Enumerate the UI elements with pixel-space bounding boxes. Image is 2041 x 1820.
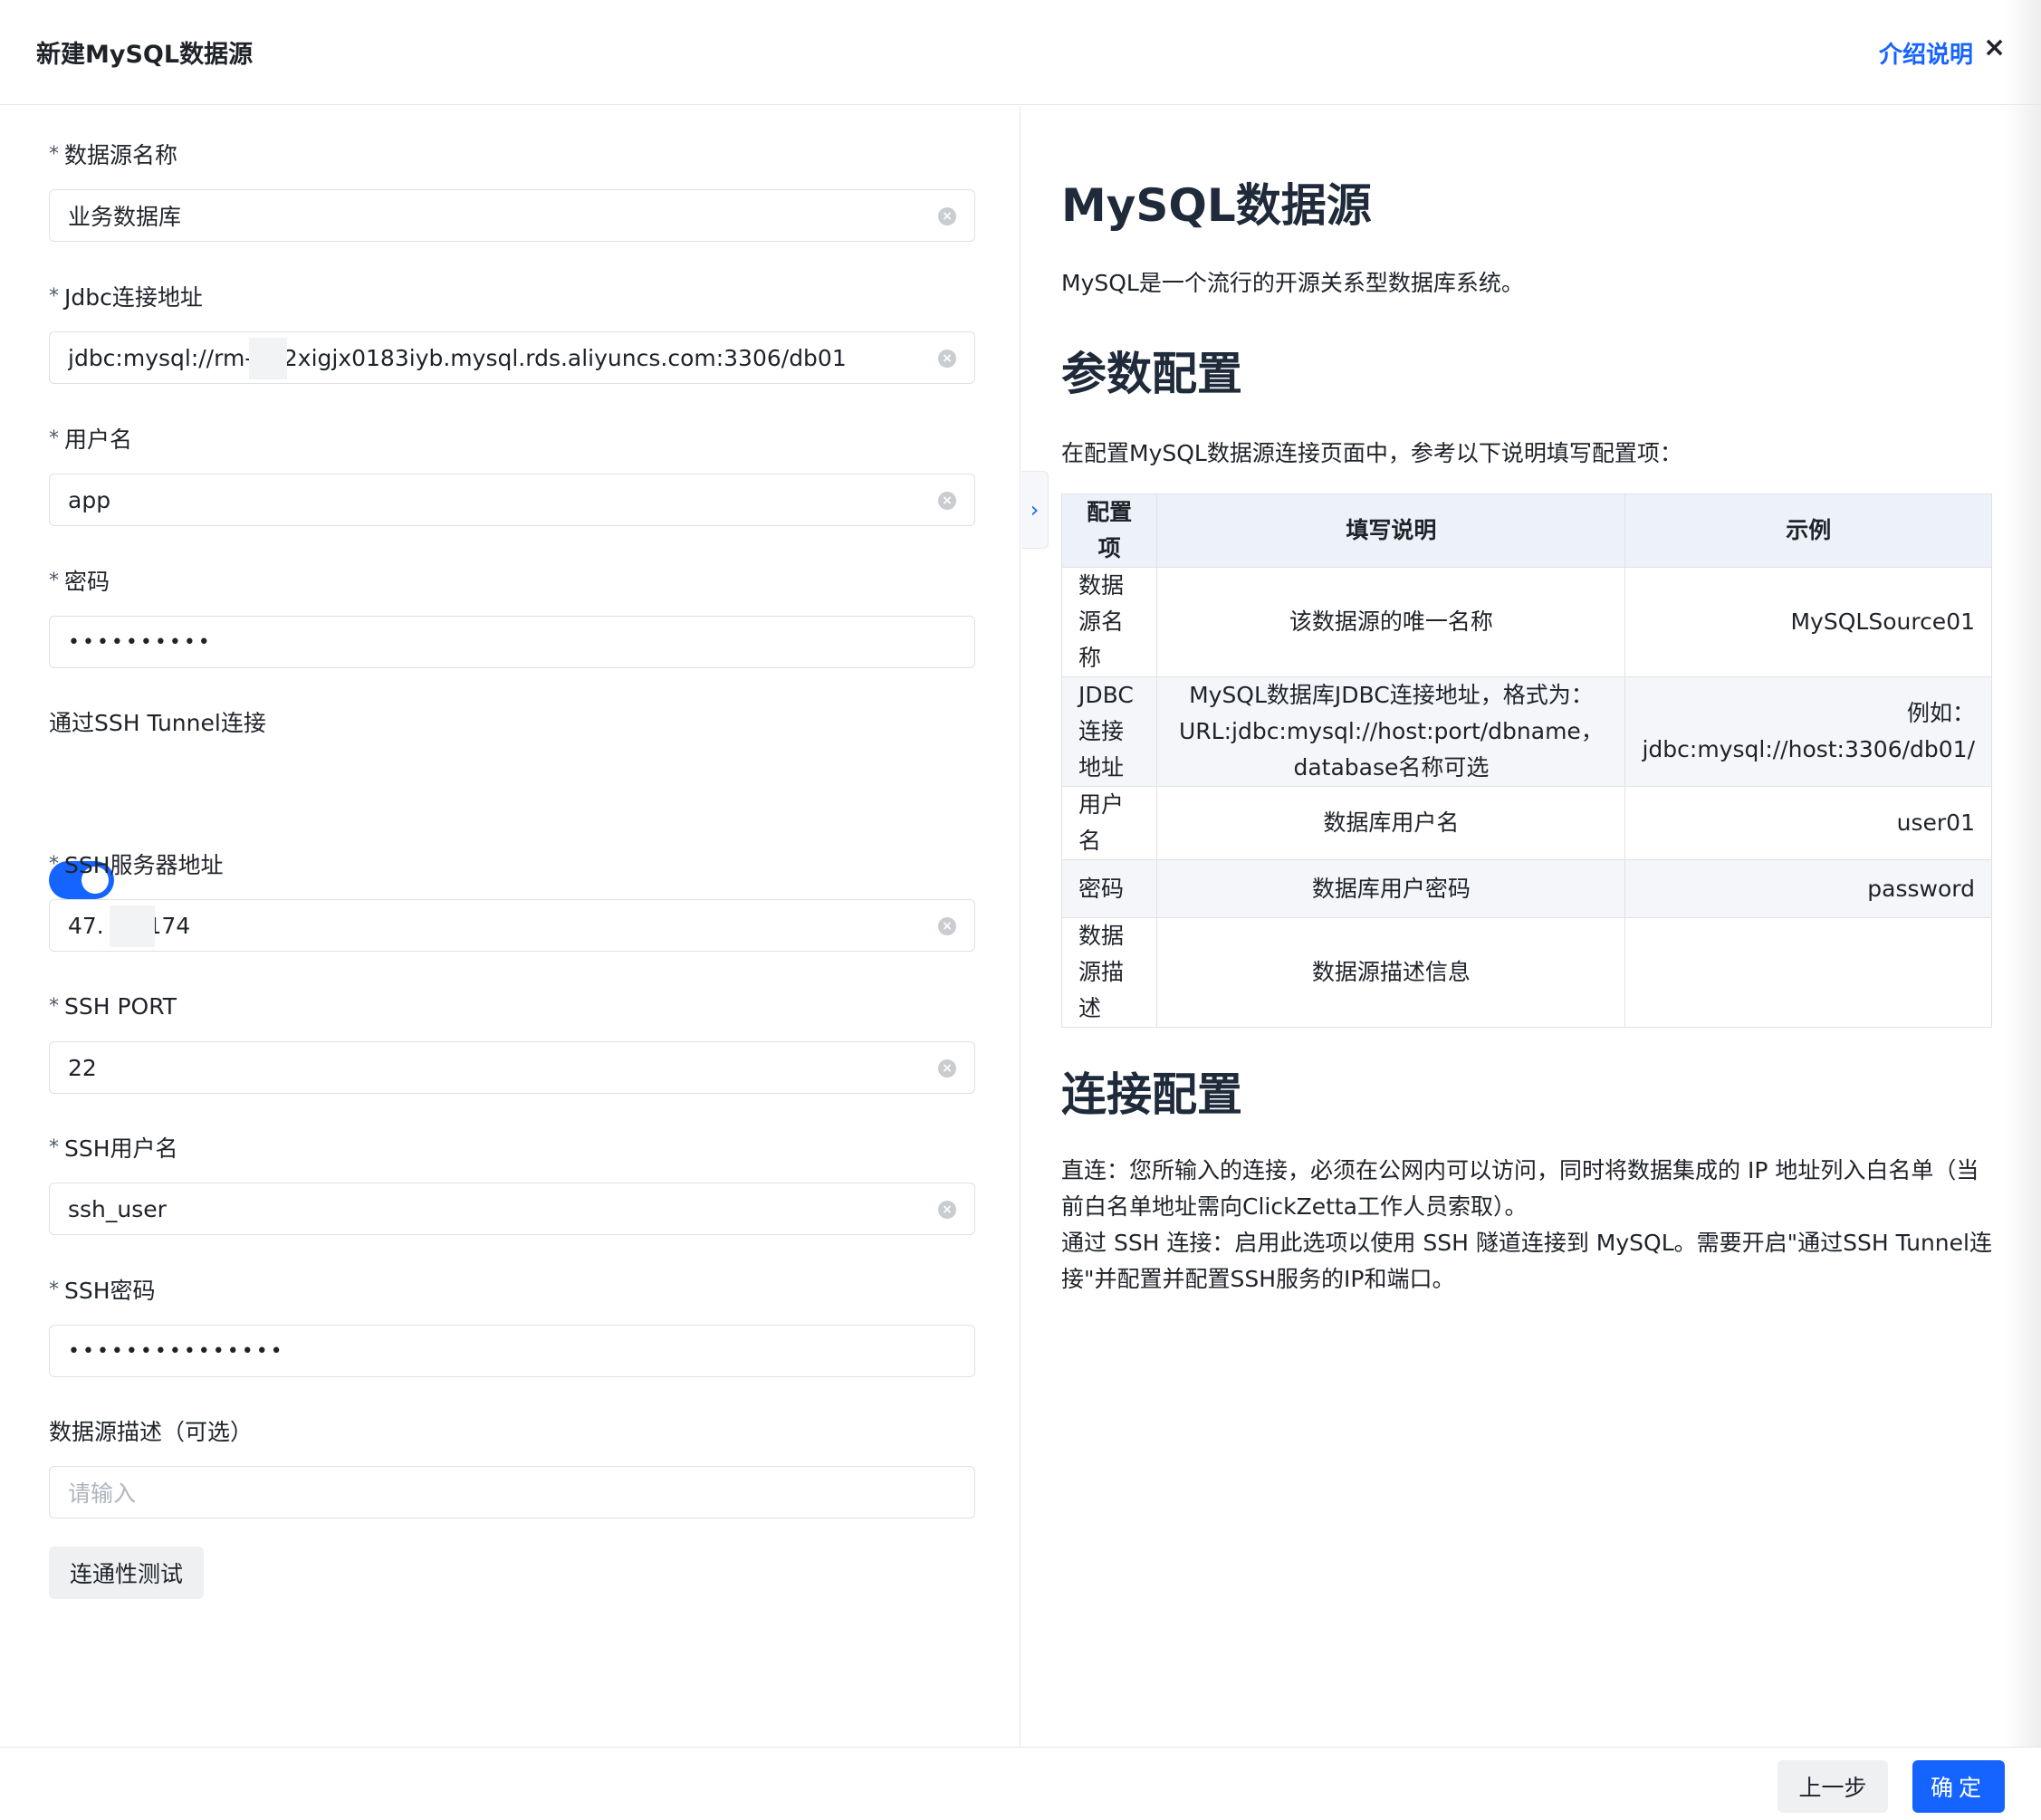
redaction-mask (249, 338, 287, 379)
table-row: 数据源描述 数据源描述信息 (1060, 917, 1992, 1028)
table-cell: 数据源名称 (1060, 567, 1158, 677)
datasource-name-input[interactable]: 业务数据库 × (49, 189, 975, 242)
required-mark: * (49, 1278, 59, 1301)
table-cell: 数据源描述 (1060, 917, 1158, 1028)
table-cell: 例如：jdbc:mysql://host:3306/db01/ (1624, 676, 1992, 787)
table-cell: 数据库用户密码 (1156, 859, 1626, 918)
field-ssh-host: *SSH服务器地址 47. 53.174 × (49, 848, 975, 952)
table-cell: 密码 (1060, 859, 1158, 918)
required-mark: * (49, 426, 59, 450)
clear-icon[interactable]: × (938, 1059, 956, 1078)
field-label: 数据源描述（可选） (49, 1419, 254, 1445)
field-password: * 密码 •••••••••• (49, 565, 975, 668)
password-input[interactable]: •••••••••• (49, 616, 975, 668)
field-label: 用户名 (64, 426, 133, 453)
input-value: 22 (68, 1054, 97, 1081)
params-intro: 在配置MySQL数据源连接页面中，参考以下说明填写配置项： (1061, 440, 1682, 466)
clear-icon[interactable]: × (938, 207, 956, 225)
redaction-mask (110, 905, 155, 947)
connection-direct-text: 直连：您所输入的连接，必须在公网内可以访问，同时将数据集成的 IP 地址列入白名… (1061, 1157, 1979, 1220)
table-cell (1624, 917, 1992, 1028)
ssh-user-input[interactable]: ssh_user × (49, 1183, 975, 1235)
table-row: JDBC连接地址 MySQL数据库JDBC连接地址，格式为：URL:jdbc:m… (1060, 676, 1992, 787)
clear-icon[interactable]: × (938, 917, 956, 935)
table-row: 数据源名称 该数据源的唯一名称 MySQLSource01 (1060, 567, 1992, 677)
clear-icon[interactable]: × (938, 492, 956, 510)
input-value: 业务数据库 (68, 204, 182, 230)
form-pane: * 数据源名称 业务数据库 × * Jdbc连接地址 jdbc:mysql://rm… (0, 106, 1020, 1747)
required-mark: * (49, 569, 59, 592)
field-ssh-password: * SSH密码 ••••••••••••••• (49, 1274, 975, 1377)
table-cell: user01 (1624, 786, 1992, 860)
connectivity-test-button[interactable]: 连通性测试 (49, 1547, 204, 1599)
clear-icon[interactable]: × (938, 1201, 956, 1219)
field-label: 通过SSH Tunnel连接 (49, 710, 266, 736)
previous-step-button[interactable]: 上一步 (1777, 1760, 1888, 1813)
field-ssh-tunnel: 通过SSH Tunnel连接 (49, 706, 975, 737)
field-username: * 用户名 app × (49, 423, 975, 526)
intro-link[interactable]: 介绍说明 (1879, 36, 1973, 70)
confirm-button[interactable]: 确定 (1912, 1760, 2005, 1813)
ssh-password-input[interactable]: ••••••••••••••• (49, 1325, 975, 1377)
field-label: SSH服务器地址 (64, 852, 224, 878)
field-label: SSH PORT (64, 992, 177, 1020)
field-label: SSH密码 (64, 1278, 156, 1304)
field-jdbc-url: * Jdbc连接地址 jdbc:mysql://rm-a r2xigjx0183i… (49, 281, 975, 384)
field-label: 密码 (64, 569, 110, 595)
field-label: SSH用户名 (64, 1135, 178, 1162)
username-input[interactable]: app × (49, 474, 975, 526)
connection-description: 直连：您所输入的连接，必须在公网内可以访问，同时将数据集成的 IP 地址列入白名… (1061, 1153, 1992, 1298)
required-mark: * (49, 284, 59, 308)
connection-heading: 连接配置 (1061, 1068, 1242, 1121)
input-value: app (68, 486, 111, 513)
doc-intro: MySQL是一个流行的开源关系型数据库系统。 (1061, 270, 1524, 296)
drawer-title: 新建MySQL数据源 (36, 41, 254, 69)
table-cell: 数据源描述信息 (1156, 917, 1626, 1028)
table-header: 示例 (1624, 493, 1992, 568)
doc-title: MySQL数据源 (1061, 179, 1372, 232)
jdbc-url-input[interactable]: jdbc:mysql://rm-a r2xigjx0183iyb.mysql.r… (49, 331, 975, 384)
input-value: ••••••••••••••• (68, 1339, 285, 1363)
table-header: 配置项 (1060, 493, 1158, 568)
field-label: Jdbc连接地址 (64, 284, 203, 311)
ssh-host-input[interactable]: 47. 53.174 × (49, 899, 975, 952)
table-cell: password (1624, 859, 1992, 918)
table-cell: 用户名 (1060, 786, 1158, 860)
table-row: 用户名 数据库用户名 user01 (1060, 786, 1992, 860)
params-heading: 参数配置 (1061, 348, 1242, 400)
table-cell: MySQL数据库JDBC连接地址，格式为：URL:jdbc:mysql://ho… (1156, 676, 1626, 787)
input-placeholder: 请输入 (68, 1480, 137, 1507)
table-cell: MySQLSource01 (1624, 567, 1992, 677)
ssh-port-input[interactable]: 22 × (49, 1041, 975, 1094)
input-value: ssh_user (68, 1195, 167, 1222)
params-table: 配置项 填写说明 示例 数据源名称 该数据源的唯一名称 MySQLSource0… (1060, 493, 1992, 1028)
clear-icon[interactable]: × (938, 350, 956, 368)
input-value: •••••••••• (68, 630, 213, 654)
table-header-row: 配置项 填写说明 示例 (1060, 493, 1992, 568)
drawer-header: 新建MySQL数据源 介绍说明 × (0, 0, 2041, 105)
required-mark: * (49, 142, 59, 166)
drawer-footer: 上一步 确定 (0, 1747, 2041, 1820)
table-header: 填写说明 (1156, 493, 1626, 568)
field-label: 数据源名称 (64, 142, 178, 168)
collapse-handle-chevron-icon[interactable]: › (1021, 471, 1049, 549)
description-input[interactable]: 请输入 (49, 1466, 975, 1518)
table-cell: JDBC连接地址 (1060, 676, 1158, 787)
field-datasource-name: * 数据源名称 业务数据库 × (49, 139, 975, 242)
input-value: jdbc:mysql://rm-a r2xigjx0183iyb.mysql.r… (68, 344, 847, 371)
field-ssh-user: * SSH用户名 ssh_user × (49, 1132, 975, 1235)
field-ssh-port: * SSH PORT 22 × (49, 991, 975, 1094)
connection-ssh-text: 通过 SSH 连接：启用此选项以使用 SSH 隧道连接到 MySQL。需要开启"… (1061, 1230, 1992, 1292)
drawer-shadow (2005, 0, 2041, 1820)
table-row: 密码 数据库用户密码 password (1060, 859, 1992, 918)
table-cell: 数据库用户名 (1156, 786, 1626, 860)
table-cell: 该数据源的唯一名称 (1156, 567, 1626, 677)
close-icon[interactable]: × (1983, 34, 2006, 62)
required-mark: * (49, 1135, 59, 1159)
required-mark: * (49, 994, 59, 1018)
field-description: 数据源描述（可选） 请输入 (49, 1415, 975, 1518)
required-mark: * (49, 852, 59, 876)
